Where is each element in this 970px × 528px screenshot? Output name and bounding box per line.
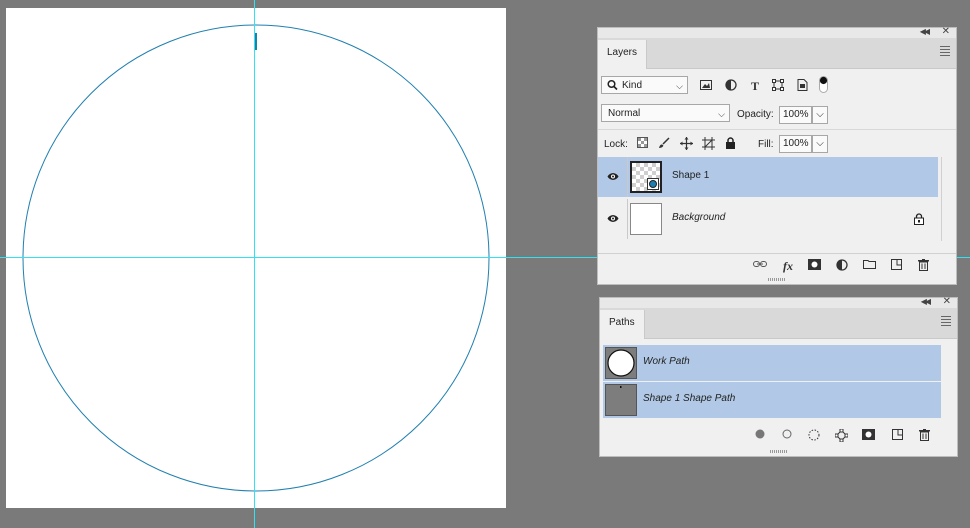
prevent-auto-nesting-icon[interactable] <box>701 137 715 151</box>
path-row-shape-1-shape-path[interactable]: Shape 1 Shape Path <box>603 382 941 418</box>
panel-titlebar: ◀◀ ✕ <box>600 296 957 308</box>
lock-all-icon[interactable] <box>723 137 737 151</box>
path-row-work-path[interactable]: Work Path <box>603 345 941 381</box>
stroke-path-icon[interactable] <box>780 429 794 443</box>
lock-label: Lock: <box>604 139 628 150</box>
panel-menu-icon[interactable] <box>941 316 951 328</box>
resize-grip[interactable] <box>769 450 788 453</box>
search-icon <box>607 77 618 100</box>
layers-list: Shape 1 Background <box>598 157 942 241</box>
new-path-icon[interactable] <box>890 429 904 443</box>
visibility-eye-icon[interactable] <box>607 214 619 223</box>
lock-position-icon[interactable] <box>679 137 693 151</box>
tab-layers[interactable]: Layers <box>598 40 648 69</box>
path-thumbnail <box>605 384 637 416</box>
lock-image-pixels-icon[interactable] <box>657 137 671 151</box>
layer-thumbnail[interactable] <box>630 161 662 193</box>
load-path-as-selection-icon[interactable] <box>807 429 821 443</box>
collapse-icon[interactable]: ◀◀ <box>920 27 930 36</box>
blend-mode-value: Normal <box>608 108 641 119</box>
paths-panel: ◀◀ ✕ Paths Work Path Shape 1 Shape Path <box>599 296 958 457</box>
vertical-guide[interactable] <box>254 0 255 528</box>
shape-layer-badge-icon <box>647 178 659 190</box>
fill-path-icon[interactable] <box>753 429 767 443</box>
layers-panel: ◀◀ ✕ Layers Kind ⌵ T Normal ⌵ Opacity: 1… <box>597 26 957 285</box>
lock-transparent-pixels-icon[interactable] <box>635 137 649 151</box>
link-layers-icon[interactable] <box>753 259 767 273</box>
lock-icon <box>914 213 924 225</box>
type-layer-filter-icon[interactable]: T <box>748 79 762 93</box>
delete-layer-trash-icon[interactable] <box>916 259 930 273</box>
resize-grip[interactable] <box>768 278 786 281</box>
layer-name: Background <box>672 212 726 223</box>
new-layer-icon[interactable] <box>889 259 903 273</box>
layers-bottom-toolbar: fx <box>598 253 956 278</box>
add-mask-icon[interactable] <box>861 429 875 443</box>
shape-layer-filter-icon[interactable] <box>771 79 785 93</box>
layer-row-shape-1[interactable]: Shape 1 <box>598 157 938 197</box>
filter-kind-select[interactable]: Kind ⌵ <box>601 76 688 94</box>
layer-style-fx-icon[interactable]: fx <box>781 259 795 273</box>
lock-fill-row: Lock: Fill: 100% ⌵ <box>598 129 956 156</box>
blend-mode-select[interactable]: Normal ⌵ <box>601 104 730 122</box>
filter-kind-value: Kind <box>622 80 643 91</box>
opacity-label: Opacity: <box>737 109 774 120</box>
opacity-dropdown-icon[interactable]: ⌵ <box>812 106 828 124</box>
close-icon[interactable]: ✕ <box>943 296 951 307</box>
fill-input[interactable]: 100% <box>779 135 812 153</box>
adjustment-layer-filter-icon[interactable] <box>724 79 738 93</box>
chevron-down-icon: ⌵ <box>718 109 725 119</box>
fill-label: Fill: <box>758 139 774 150</box>
collapse-icon[interactable]: ◀◀ <box>921 297 931 306</box>
path-name: Work Path <box>643 356 690 367</box>
smart-object-filter-icon[interactable] <box>795 79 809 93</box>
layer-filter-row: Kind ⌵ T <box>598 73 956 99</box>
text-cursor <box>255 33 257 50</box>
close-icon[interactable]: ✕ <box>942 26 950 37</box>
tab-row: Paths <box>600 308 957 339</box>
panel-menu-icon[interactable] <box>940 46 950 58</box>
tab-paths[interactable]: Paths <box>600 310 645 339</box>
new-adjustment-layer-icon[interactable] <box>835 259 849 273</box>
visibility-eye-icon[interactable] <box>607 172 619 181</box>
layer-row-background[interactable]: Background <box>598 199 938 239</box>
pixel-layer-filter-icon[interactable] <box>699 79 713 93</box>
layer-thumbnail[interactable] <box>630 203 662 235</box>
paths-bottom-toolbar <box>600 424 957 448</box>
fill-dropdown-icon[interactable]: ⌵ <box>812 135 828 153</box>
blend-opacity-row: Normal ⌵ Opacity: 100% ⌵ <box>598 101 956 127</box>
new-group-folder-icon[interactable] <box>862 259 876 273</box>
add-mask-icon[interactable] <box>807 259 821 273</box>
tab-row: Layers <box>598 38 956 69</box>
chevron-down-icon: ⌵ <box>676 81 683 91</box>
path-thumbnail <box>605 347 637 379</box>
opacity-input[interactable]: 100% <box>779 106 812 124</box>
layer-name: Shape 1 <box>672 170 710 181</box>
filter-toggle-switch[interactable] <box>819 76 828 93</box>
delete-path-trash-icon[interactable] <box>917 429 931 443</box>
panel-titlebar: ◀◀ ✕ <box>598 26 956 38</box>
make-work-path-icon[interactable] <box>834 428 848 443</box>
path-name: Shape 1 Shape Path <box>643 393 736 404</box>
